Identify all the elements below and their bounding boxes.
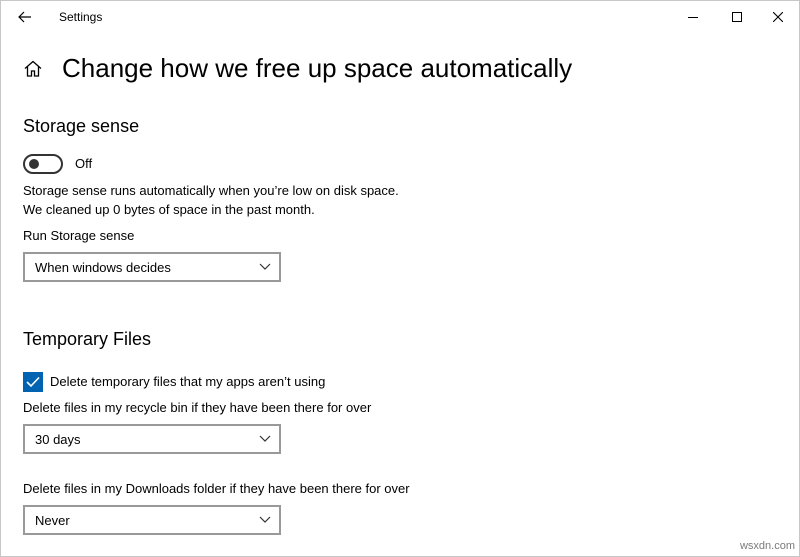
storage-sense-description-line2: We cleaned up 0 bytes of space in the pa… <box>23 202 315 217</box>
delete-temp-files-checkbox[interactable] <box>23 372 43 392</box>
dropdown-selected-value: When windows decides <box>35 260 171 275</box>
chevron-down-icon <box>259 435 271 442</box>
window-title: Settings <box>59 10 103 24</box>
storage-sense-toggle[interactable] <box>23 154 63 174</box>
maximize-button[interactable] <box>714 1 760 32</box>
toggle-state-label: Off <box>75 156 93 171</box>
recycle-bin-dropdown[interactable]: 30 days <box>23 424 281 454</box>
run-storage-sense-dropdown[interactable]: When windows decides <box>23 252 281 282</box>
settings-window: Settings Change how we free up space aut… <box>0 0 800 557</box>
home-icon <box>24 60 42 77</box>
checkmark-icon <box>26 376 40 388</box>
back-arrow-icon <box>18 11 31 22</box>
downloads-folder-dropdown[interactable]: Never <box>23 505 281 535</box>
recycle-bin-label: Delete files in my recycle bin if they h… <box>23 400 372 415</box>
run-storage-sense-label: Run Storage sense <box>23 228 135 243</box>
toggle-knob <box>29 159 39 169</box>
storage-sense-heading: Storage sense <box>23 116 140 136</box>
maximize-icon <box>732 11 742 22</box>
chevron-down-icon <box>259 263 271 270</box>
chevron-down-icon <box>259 516 271 523</box>
dropdown-selected-value: Never <box>35 513 70 528</box>
minimize-button[interactable] <box>670 1 716 32</box>
close-icon <box>773 11 783 22</box>
temporary-files-heading: Temporary Files <box>23 329 152 349</box>
downloads-folder-label: Delete files in my Downloads folder if t… <box>23 481 410 496</box>
watermark-text: wsxdn.com <box>739 540 795 552</box>
page-title: Change how we free up space automaticall… <box>62 53 573 83</box>
dropdown-selected-value: 30 days <box>35 432 81 447</box>
title-bar: Settings <box>1 1 799 32</box>
back-button[interactable] <box>5 1 45 32</box>
home-button[interactable] <box>23 59 43 79</box>
storage-sense-description-line1: Storage sense runs automatically when yo… <box>23 183 399 198</box>
minimize-icon <box>688 16 698 18</box>
delete-temp-files-label[interactable]: Delete temporary files that my apps aren… <box>50 373 325 391</box>
close-button[interactable] <box>755 1 799 32</box>
